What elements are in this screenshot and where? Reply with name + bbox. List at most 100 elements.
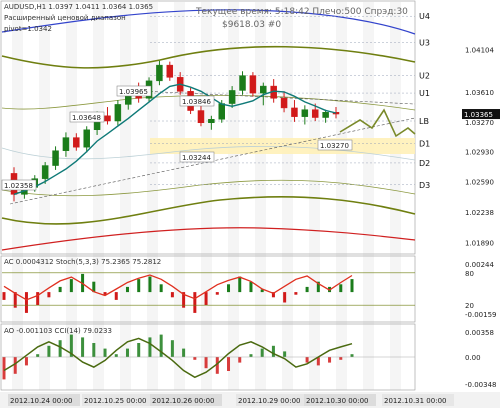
time-tick-label: 2012.10.31 00:00 [384, 397, 446, 405]
session-stripe [309, 2, 320, 390]
ac-histogram-bar [24, 292, 28, 313]
pivot-label-d1: D1 [419, 140, 430, 149]
candle-body [41, 165, 49, 179]
current-price-label: 1.03365 [464, 111, 493, 119]
time-line: Текущее время: 5:18:42 Плечо:500 Спрэд:3… [195, 7, 408, 17]
ao-histogram-bar [328, 357, 332, 363]
ao-histogram-bar [148, 337, 152, 357]
session-stripe [228, 2, 239, 390]
pivot-label-d3: D3 [419, 181, 430, 190]
candle-body [228, 90, 236, 104]
ao-histogram-bar [249, 354, 253, 357]
ac-histogram-bar [125, 286, 129, 293]
ac-histogram-bar [69, 279, 73, 293]
ao-scale-label: 0.00358 [465, 329, 494, 337]
candle-body [291, 107, 298, 117]
balance-line: $9618.03 #0 [222, 20, 281, 30]
candle-body [311, 109, 319, 118]
ao-histogram-bar [170, 340, 174, 357]
ac-histogram-bar [193, 292, 197, 313]
ac-histogram-bar [114, 292, 118, 300]
ao-histogram-bar [238, 357, 242, 363]
ac-histogram-bar [204, 292, 208, 306]
candle-body [52, 150, 59, 166]
price-tick-label: 1.03610 [465, 89, 494, 97]
candle-body [322, 112, 329, 118]
ac-histogram-bar [137, 279, 141, 293]
symbol-line: AUDUSD,H1 1.0397 1.0411 1.0364 1.0365 [4, 3, 153, 11]
chart-canvas: U4 U3 U2 U1 LB D1 D2 D3 1.03965 1.03846 1.03648 1.… [0, 0, 500, 408]
ac-scale-label: 0.00244 [465, 261, 494, 269]
pivot-label-u3: U3 [419, 38, 430, 47]
pivot-label-u2: U2 [419, 72, 430, 81]
session-stripe [201, 2, 212, 390]
ac-scale-label: 20 [465, 302, 474, 310]
candle-body [83, 129, 90, 148]
annotation-label: 1.02358 [4, 182, 33, 190]
ao-histogram-bar [339, 357, 343, 360]
ac-panel-title: AC 0.0004312 Stoch(5,3,3) 75.2365 75.281… [4, 258, 161, 266]
price-tick-label: 1.02238 [465, 209, 494, 217]
ao-histogram-bar [260, 348, 264, 357]
time-tick-label: 2012.10.29 00:00 [238, 397, 300, 405]
ao-histogram-bar [125, 348, 129, 357]
annotation-label: 1.03846 [182, 98, 211, 106]
ac-histogram-bar [339, 284, 343, 293]
ac-histogram-bar [47, 292, 51, 298]
ao-histogram-bar [92, 343, 96, 357]
candle-body [114, 104, 122, 122]
ao-histogram-bar [114, 354, 118, 357]
session-stripe [390, 2, 401, 390]
session-stripe [282, 2, 293, 390]
ao-histogram-bar [193, 357, 197, 360]
ac-histogram-bar [227, 284, 231, 293]
ac-histogram-bar [148, 276, 152, 293]
pivot-label: pivot=1.0342 [4, 25, 52, 33]
ac-histogram-bar [283, 292, 287, 303]
ac-histogram-bar [305, 286, 309, 293]
ac-scale-label: -0.00159 [465, 311, 496, 319]
ao-scale-label: -0.00348 [465, 381, 496, 389]
ao-histogram-bar [182, 348, 186, 357]
ac-histogram-bar [350, 279, 354, 293]
time-tick-label: 2012.10.26 00:00 [152, 397, 214, 405]
annotation-label: 1.03244 [182, 154, 211, 162]
ao-panel-title: AO -0.001103 CCI(14) 79.0233 [4, 327, 112, 335]
price-tick-label: 1.01890 [465, 239, 494, 247]
ao-histogram-bar [47, 345, 51, 357]
candle-body [260, 85, 267, 94]
ao-histogram-bar [283, 351, 287, 357]
indicator-name: Расширенный ценовой диапазон [4, 14, 126, 22]
pivot-label-d2: D2 [419, 159, 430, 168]
price-tick-label: 1.03270 [465, 119, 494, 127]
session-stripe [336, 2, 347, 390]
ao-histogram-bar [159, 334, 163, 357]
pivot-label-u4: U4 [419, 12, 430, 21]
session-stripe [255, 2, 266, 390]
ac-histogram-bar [170, 292, 174, 298]
ac-histogram-bar [159, 284, 163, 293]
ao-histogram-bar [2, 357, 6, 380]
candle-body [166, 64, 174, 78]
price-tick-label: 1.02930 [465, 149, 494, 157]
ao-histogram-bar [103, 348, 107, 357]
ac-histogram-bar [294, 292, 298, 295]
candle-body [280, 98, 288, 109]
candle-body [239, 75, 246, 91]
ao-histogram-bar [36, 354, 40, 357]
ao-histogram-bar [305, 357, 309, 363]
ao-histogram-bar [81, 337, 85, 357]
session-stripe [174, 2, 185, 390]
candle-body [197, 110, 205, 124]
pivot-label-lb: LB [419, 117, 429, 126]
candle-body [249, 75, 257, 94]
candle-body [156, 64, 163, 82]
ac-histogram-bar [2, 292, 6, 300]
candle-body [73, 137, 80, 148]
candle-body [62, 137, 70, 151]
time-tick-label: 2012.10.30 00:00 [306, 397, 368, 405]
ac-histogram-bar [58, 286, 62, 293]
price-tick-label: 1.04104 [465, 46, 494, 54]
pivot-band [150, 138, 415, 154]
annotation-label: 1.03270 [320, 142, 349, 150]
